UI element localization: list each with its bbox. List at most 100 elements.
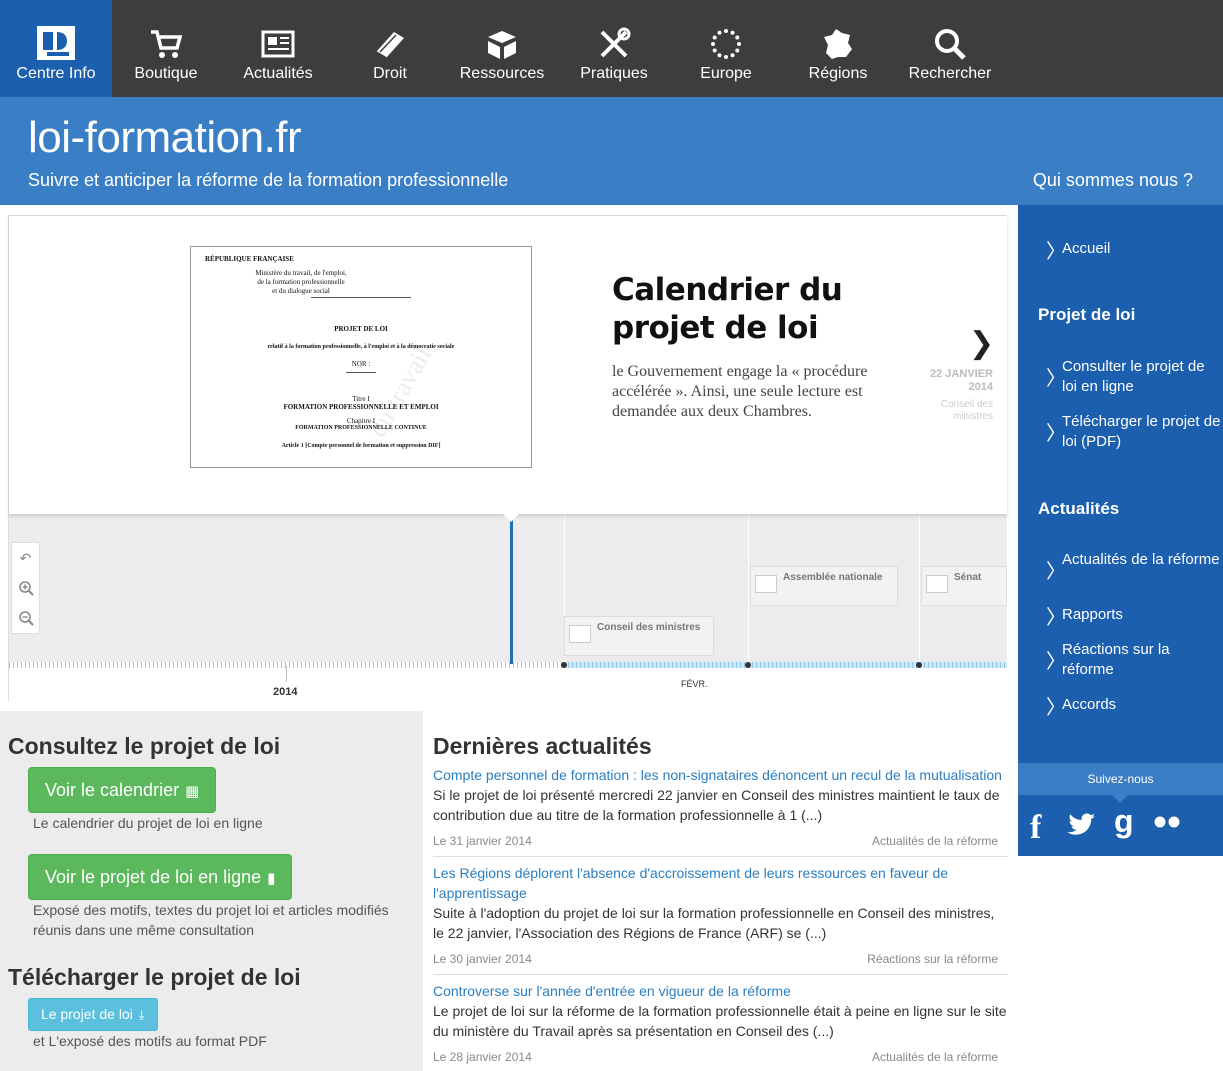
news-title-link[interactable]: Controverse sur l'année d'entrée en vigu… <box>433 981 1008 1001</box>
ruler-event-dot <box>745 662 751 668</box>
chevron-right-icon: 〉 <box>1046 695 1066 719</box>
timeline-nav-area[interactable]: Conseil des ministres Assemblée national… <box>9 514 1007 664</box>
news-item: Les Régions déplorent l'absence d'accroi… <box>433 863 1008 975</box>
twitter-icon[interactable] <box>1066 813 1096 842</box>
sidebar-item-label: Actualités de la réforme <box>1062 551 1220 568</box>
timeline-event-assemblee[interactable]: Assemblée nationale <box>750 566 898 606</box>
news-category-link[interactable]: Actualités de la réforme <box>872 834 998 848</box>
view-online-button[interactable]: Voir le projet de loi en ligne ▮ <box>28 854 293 900</box>
box-icon <box>446 24 558 64</box>
nav-item-regions[interactable]: Régions <box>782 0 894 97</box>
online-note: Exposé des motifs, textes du projet loi … <box>33 902 389 938</box>
doc-text: FORMATION PROFESSIONNELLE ET EMPLOI <box>283 403 439 411</box>
facebook-icon[interactable]: f <box>1030 809 1041 847</box>
timeline-current-marker <box>510 514 513 664</box>
doc-text: Chapitre I <box>346 417 376 425</box>
sidebar-heading-actualites: Actualités <box>1038 499 1120 518</box>
search-icon <box>894 24 1006 64</box>
sidebar-item-consulter[interactable]: 〉 Consulter le projet de loi en ligne <box>1046 357 1221 397</box>
event-label: Assemblée nationale <box>783 572 883 583</box>
news-excerpt: Suite à l'adoption du projet de loi sur … <box>433 905 995 941</box>
chevron-right-icon: 〉 <box>1046 649 1066 673</box>
google-icon[interactable]: g <box>1114 803 1134 840</box>
site-header: loi-formation.fr Suivre et anticiper la … <box>0 97 1223 205</box>
news-category-link[interactable]: Actualités de la réforme <box>872 1050 998 1064</box>
consult-panel: Consultez le projet de loi Voir le calen… <box>0 711 423 1071</box>
timeline-ruler[interactable]: 2014 FÉVR. <box>9 662 1007 702</box>
button-label: Voir le calendrier <box>45 780 180 800</box>
ruler-event-dot <box>561 662 567 668</box>
doc-text: Article 1 [Compte personnel de formation… <box>281 443 441 449</box>
eu-stars-icon <box>670 24 782 64</box>
news-excerpt: Si le projet de loi présenté mercredi 22… <box>433 787 1000 823</box>
law-document-image: RÉPUBLIQUE FRANÇAISE Ministère du travai… <box>190 246 532 468</box>
nav-label: Régions <box>808 65 868 82</box>
nav-label: Boutique <box>134 65 198 82</box>
download-pdf-button[interactable]: Le projet de loi ⤓ <box>28 998 158 1031</box>
news-date: Le 30 janvier 2014 <box>433 952 532 966</box>
doc-text: RÉPUBLIQUE FRANÇAISE <box>205 255 294 263</box>
nav-item-rechercher[interactable]: Rechercher <box>894 0 1006 97</box>
timeline-event-conseil[interactable]: Conseil des ministres <box>564 616 714 656</box>
news-title-link[interactable]: Compte personnel de formation : les non-… <box>433 765 1008 785</box>
about-link[interactable]: Qui sommes nous ? <box>1033 170 1193 191</box>
calendar-note: Le calendrier du projet de loi en ligne <box>33 815 263 831</box>
news-category-link[interactable]: Réactions sur la réforme <box>867 952 998 966</box>
nav-item-droit[interactable]: Droit <box>334 0 446 97</box>
news-meta: Le 30 janvier 2014 Réactions sur la réfo… <box>433 952 1008 974</box>
timeline: RÉPUBLIQUE FRANÇAISE Ministère du travai… <box>8 215 1007 702</box>
download-heading: Télécharger le projet de loi <box>8 964 301 990</box>
chevron-right-icon: 〉 <box>1046 421 1066 445</box>
nav-item-ressources[interactable]: Ressources <box>446 0 558 97</box>
sidebar-item-rapports[interactable]: 〉 Rapports <box>1046 605 1221 627</box>
doc-text: NOR : <box>351 360 371 368</box>
cart-icon <box>110 24 222 64</box>
flickr-icon[interactable] <box>1152 815 1182 834</box>
pdf-note: et L'exposé des motifs au format PDF <box>33 1033 267 1049</box>
zoom-out-icon[interactable] <box>12 603 39 633</box>
sidebar-item-telecharger[interactable]: 〉 Télécharger le projet de loi (PDF) <box>1046 412 1221 452</box>
sidebar-item-label: Rapports <box>1062 606 1123 623</box>
timeline-divider <box>919 514 920 664</box>
sidebar-item-accords[interactable]: 〉 Accords <box>1046 695 1221 719</box>
sidebar-item-accueil[interactable]: 〉 Accueil <box>1046 239 1221 261</box>
consult-heading: Consultez le projet de loi <box>8 733 281 759</box>
news-divider <box>433 856 1008 857</box>
doc-rule <box>311 297 411 298</box>
nav-label: Europe <box>700 65 752 82</box>
nav-label: Actualités <box>243 65 313 82</box>
news-title-link[interactable]: Les Régions déplorent l'absence d'accroi… <box>433 863 1008 903</box>
site-title[interactable]: loi-formation.fr <box>28 113 302 163</box>
news-excerpt: Le projet de loi sur la réforme de la fo… <box>433 1003 1007 1039</box>
sidebar-item-label: Consulter le projet de loi en ligne <box>1062 358 1205 395</box>
event-thumbnail-icon <box>569 625 591 643</box>
sidebar-item-reactions[interactable]: 〉 Réactions sur la réforme <box>1046 640 1221 680</box>
tools-icon <box>558 24 670 64</box>
nav-label: Centre Info <box>16 65 96 82</box>
nav-label: Ressources <box>459 65 545 82</box>
chevron-right-icon: 〉 <box>1046 559 1066 583</box>
sidebar: 〉 Accueil Projet de loi 〉 Consulter le p… <box>1018 205 1223 856</box>
news-divider <box>433 974 1008 975</box>
back-arrow-icon[interactable]: ↶ <box>12 543 39 573</box>
nav-item-pratiques[interactable]: Pratiques <box>558 0 670 97</box>
nav-item-europe[interactable]: Europe <box>670 0 782 97</box>
doc-text: de la formation professionnelle <box>257 278 345 286</box>
sidebar-item-actu-reforme[interactable]: 〉 Actualités de la réforme <box>1046 550 1221 581</box>
ruler-highlight <box>564 662 1007 668</box>
next-slide-arrow-icon[interactable]: ❯ <box>969 326 994 361</box>
calendar-icon: ▦ <box>185 783 200 800</box>
follow-us-bar: Suivez-nous <box>1018 763 1223 803</box>
nav-label: Pratiques <box>580 65 648 82</box>
site-tagline: Suivre et anticiper la réforme de la for… <box>28 170 509 190</box>
sidebar-item-label: Télécharger le projet de loi (PDF) <box>1062 413 1221 450</box>
france-map-icon <box>782 24 894 64</box>
event-label: Conseil des ministres <box>597 622 701 633</box>
timeline-event-senat[interactable]: Sénat <box>921 566 1007 606</box>
nav-item-centre-info[interactable]: Centre Info <box>0 0 112 111</box>
nav-item-actualites[interactable]: Actualités <box>222 0 334 97</box>
zoom-in-icon[interactable] <box>12 573 39 603</box>
nav-item-boutique[interactable]: Boutique <box>110 0 222 97</box>
timeline-zoom-controls: ↶ <box>11 542 40 634</box>
view-calendar-button[interactable]: Voir le calendrier ▦ <box>28 767 217 813</box>
